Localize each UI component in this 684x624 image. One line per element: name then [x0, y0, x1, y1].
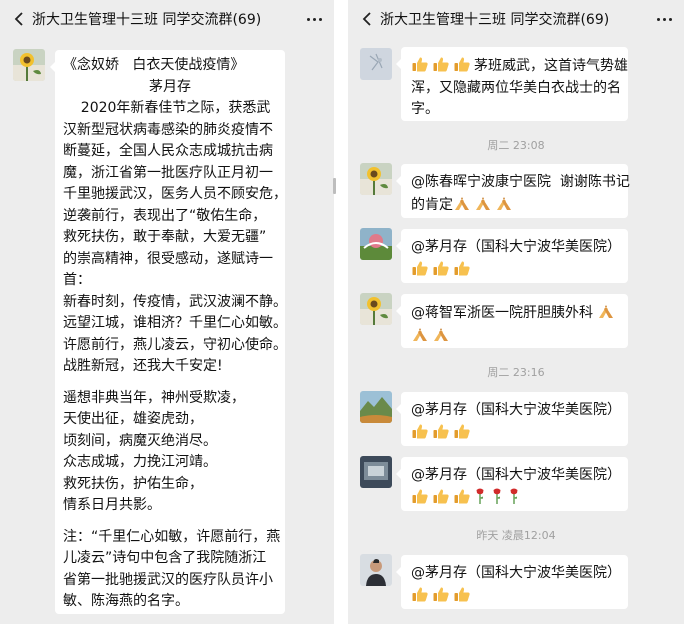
pray-icon: [411, 325, 429, 343]
message-bubble[interactable]: @陈春晖宁波康宁医院 谢谢陈书记 的肯定: [396, 164, 630, 218]
poem-line: 汉新型冠状病毒感染的肺炎疫情不: [63, 121, 273, 138]
poem-line: 众志成城，力挽江河靖。: [63, 454, 217, 470]
poem-author: 茅月存: [149, 78, 191, 95]
timestamp: 周二 23:16: [487, 366, 545, 379]
message-bubble[interactable]: 茅班威武，这首诗气势雄 浑，又隐藏两位华美白衣战士的名 字。: [396, 47, 628, 121]
thumbs-up-icon: [453, 487, 471, 505]
message-text: @茅月存（国科大宁波华美医院）: [411, 565, 621, 581]
poem-line: 救死扶伤，护佑生命，: [63, 475, 203, 492]
avatar[interactable]: [360, 163, 392, 195]
poem-title: 《念奴娇 白衣天使战疫情》: [63, 57, 245, 73]
poem-line: 天使出征，雄姿虎劲，: [63, 411, 203, 427]
message-text: 字。: [411, 101, 439, 117]
poem-line: 情系日月共影。: [63, 497, 161, 513]
thumbs-up-icon: [411, 487, 429, 505]
avatar[interactable]: [360, 456, 392, 488]
group-title: 浙大卫生管理十三班 同学交流群(69): [380, 12, 610, 28]
chat-header: 浙大卫生管理十三班 同学交流群(69): [0, 0, 334, 38]
avatar[interactable]: [360, 228, 392, 260]
thumbs-up-icon: [453, 585, 471, 603]
pray-icon: [597, 302, 615, 320]
poem-line: 顷刻间，病魔灭绝消尽。: [63, 432, 217, 449]
thumbs-up-icon: [453, 259, 471, 277]
poem-line: 敏、陈海燕的名字。: [63, 593, 189, 609]
poem-line: [63, 378, 277, 388]
poem-line: 新春时刻，传疫情，武汉波澜不静。: [63, 293, 287, 310]
thumbs-up-icon: [411, 55, 429, 73]
poem-line: 断蔓延，全国人民众志成城抗击病: [63, 143, 273, 159]
timestamp: 周二 23:08: [487, 139, 545, 152]
poem-line: 战胜新冠，还我大千安定!: [63, 358, 223, 374]
thumbs-up-icon: [411, 422, 429, 440]
poem-line: 逆袭前行，表现出了“敬佑生命，: [63, 207, 267, 224]
poem-message-bubble[interactable]: 《念奴娇 白衣天使战疫情》茅月存 2020年新春佳节之际，获悉武 汉新型冠状病毒感…: [50, 50, 287, 614]
timestamp: 昨天 凌晨12:04: [476, 529, 556, 542]
pray-icon: [495, 194, 513, 212]
message-text: @蒋智军浙医一院肝胆胰外科: [411, 305, 593, 321]
back-icon[interactable]: [354, 0, 380, 38]
poem-line: 2020年新春佳节之际，获悉武: [63, 100, 271, 116]
avatar[interactable]: [360, 48, 392, 80]
thumbs-up-icon: [432, 487, 450, 505]
message-bubble[interactable]: @茅月存（国科大宁波华美医院）: [396, 229, 628, 283]
poem-line: 救死扶伤，敢于奉献，大爱无疆”: [63, 229, 267, 245]
poem-line: 魔，浙江省第一批医疗队正月初一: [63, 164, 273, 181]
message-text: @茅月存（国科大宁波华美医院）: [411, 239, 621, 255]
thumbs-up-icon: [453, 422, 471, 440]
poem-line: 的崇高精神，很受感动，遂赋诗一: [63, 250, 273, 267]
message-text: 的肯定: [411, 196, 453, 213]
thumbs-up-icon: [432, 259, 450, 277]
chat-panel-left: 浙大卫生管理十三班 同学交流群(69) 《念奴娇 白衣天使战疫情》茅月存 202…: [0, 0, 334, 624]
chat-header: 浙大卫生管理十三班 同学交流群(69): [348, 0, 684, 38]
poem-line: 遥想非典当年，神州受欺凌，: [63, 389, 245, 406]
message-bubble[interactable]: @茅月存（国科大宁波华美医院）: [396, 555, 628, 609]
message-bubble[interactable]: @茅月存（国科大宁波华美医院）: [396, 457, 628, 511]
thumbs-up-icon: [432, 422, 450, 440]
thumbs-up-icon: [453, 55, 471, 73]
poem-line: [63, 517, 277, 527]
message-text: @陈春晖宁波康宁医院 谢谢陈书记: [411, 174, 630, 190]
message-text: 浑，又隐藏两位华美白衣战士的名: [411, 79, 621, 96]
pray-icon: [453, 194, 471, 212]
chat-panel-right: 浙大卫生管理十三班 同学交流群(69) 茅班威武，这首诗气势雄 浑，又隐藏两位华…: [348, 0, 684, 624]
avatar[interactable]: [360, 391, 392, 423]
thumbs-up-icon: [411, 259, 429, 277]
message-text: @茅月存（国科大宁波华美医院）: [411, 402, 621, 418]
poem-line: 千里驰援武汉，医务人员不顾安危，: [63, 186, 287, 202]
split-divider[interactable]: [333, 178, 336, 194]
poem-line: 注：“千里仁心如敏，许愿前行，燕: [63, 528, 281, 545]
avatar[interactable]: [13, 49, 45, 81]
group-title: 浙大卫生管理十三班 同学交流群(69): [32, 12, 262, 28]
poem-line: 省第一批驰援武汉的医疗队员许小: [63, 571, 273, 588]
poem-line: 远望江城，谁相济？千里仁心如敏。: [63, 315, 287, 331]
poem-line: 首：: [63, 272, 91, 288]
thumbs-up-icon: [432, 585, 450, 603]
poem-line: 儿凌云”诗句中包含了我院随浙江: [63, 550, 267, 566]
message-bubble[interactable]: @茅月存（国科大宁波华美医院）: [396, 392, 628, 446]
thumbs-up-icon: [411, 585, 429, 603]
message-bubble[interactable]: @蒋智军浙医一院肝胆胰外科: [396, 294, 628, 348]
poem-line: 许愿前行，燕儿凌云，守初心使命。: [63, 336, 287, 353]
thumbs-up-icon: [432, 55, 450, 73]
message-text: 茅班威武，这首诗气势雄: [474, 58, 628, 74]
rose-icon: [491, 487, 503, 505]
avatar[interactable]: [360, 293, 392, 325]
back-icon[interactable]: [6, 0, 32, 38]
more-icon[interactable]: [294, 17, 334, 21]
pray-icon: [432, 325, 450, 343]
more-icon[interactable]: [644, 17, 684, 21]
rose-icon: [474, 487, 486, 505]
avatar[interactable]: [360, 554, 392, 586]
rose-icon: [508, 487, 520, 505]
message-text: @茅月存（国科大宁波华美医院）: [411, 467, 621, 483]
pray-icon: [474, 194, 492, 212]
